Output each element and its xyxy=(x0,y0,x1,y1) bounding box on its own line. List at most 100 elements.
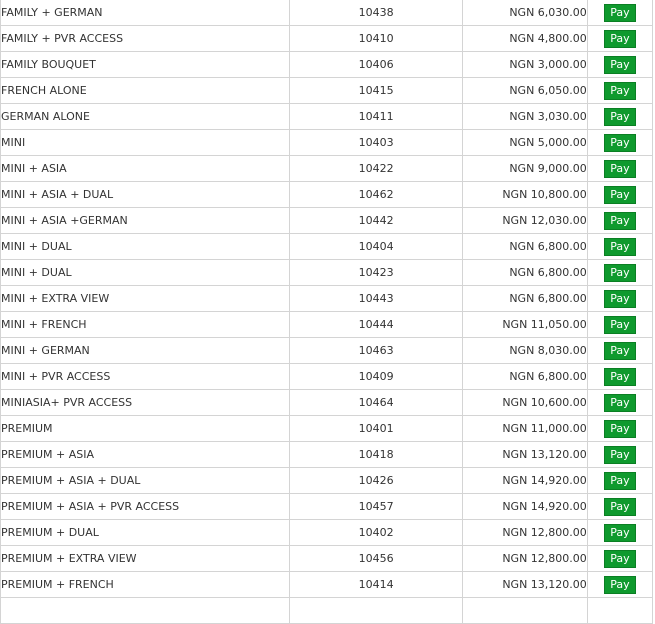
pay-cell: Pay xyxy=(586,337,654,364)
package-price: NGN 10,600.00 xyxy=(462,389,588,416)
table-row: FAMILY BOUQUET 10406 NGN 3,000.00 Pay xyxy=(0,51,654,78)
package-name: PREMIUM + ASIA + DUAL xyxy=(0,467,290,494)
package-name: PREMIUM + DUAL xyxy=(0,519,290,546)
package-name: MINI + ASIA +GERMAN xyxy=(0,207,290,234)
table-row xyxy=(0,597,654,624)
pay-button[interactable]: Pay xyxy=(604,81,636,100)
package-code: 10423 xyxy=(288,259,464,286)
pay-button[interactable]: Pay xyxy=(604,289,636,308)
pay-button[interactable]: Pay xyxy=(604,419,636,438)
package-price: NGN 12,800.00 xyxy=(462,545,588,572)
package-price: NGN 6,050.00 xyxy=(462,77,588,104)
package-name: MINI + FRENCH xyxy=(0,311,290,338)
package-price: NGN 8,030.00 xyxy=(462,337,588,364)
pay-button[interactable]: Pay xyxy=(604,133,636,152)
package-price: NGN 14,920.00 xyxy=(462,467,588,494)
pay-button[interactable]: Pay xyxy=(604,3,636,22)
package-code: 10442 xyxy=(288,207,464,234)
pay-cell: Pay xyxy=(586,363,654,390)
pay-button[interactable]: Pay xyxy=(604,393,636,412)
package-price: NGN 3,030.00 xyxy=(462,103,588,130)
package-name: FAMILY BOUQUET xyxy=(0,51,290,78)
pay-button[interactable]: Pay xyxy=(604,159,636,178)
package-name: MINI + ASIA + DUAL xyxy=(0,181,290,208)
package-code: 10443 xyxy=(288,285,464,312)
pay-button[interactable]: Pay xyxy=(604,445,636,464)
package-name: FAMILY + GERMAN xyxy=(0,0,290,26)
package-code: 10406 xyxy=(288,51,464,78)
pay-cell: Pay xyxy=(586,285,654,312)
pay-cell: Pay xyxy=(586,129,654,156)
package-price: NGN 6,800.00 xyxy=(462,363,588,390)
pay-button[interactable]: Pay xyxy=(604,29,636,48)
pay-button[interactable]: Pay xyxy=(604,315,636,334)
pay-cell: Pay xyxy=(586,545,654,572)
package-code: 10403 xyxy=(288,129,464,156)
package-price: NGN 9,000.00 xyxy=(462,155,588,182)
table-row: PREMIUM + ASIA + PVR ACCESS 10457 NGN 14,9… xyxy=(0,493,654,520)
table-row: PREMIUM 10401 NGN 11,000.00 Pay xyxy=(0,415,654,442)
pay-cell: Pay xyxy=(586,415,654,442)
pay-button[interactable]: Pay xyxy=(604,211,636,230)
package-code: 10457 xyxy=(288,493,464,520)
table-row: PREMIUM + EXTRA VIEW 10456 NGN 12,800.00 Pa… xyxy=(0,545,654,572)
pay-button[interactable]: Pay xyxy=(604,471,636,490)
package-price: NGN 6,800.00 xyxy=(462,233,588,260)
package-code: 10410 xyxy=(288,25,464,52)
package-code: 10462 xyxy=(288,181,464,208)
package-code: 10463 xyxy=(288,337,464,364)
package-price: NGN 11,000.00 xyxy=(462,415,588,442)
package-price: NGN 4,800.00 xyxy=(462,25,588,52)
package-price: NGN 6,800.00 xyxy=(462,285,588,312)
package-price: NGN 14,920.00 xyxy=(462,493,588,520)
package-code: 10426 xyxy=(288,467,464,494)
pay-button[interactable]: Pay xyxy=(604,237,636,256)
package-code: 10415 xyxy=(288,77,464,104)
pay-button[interactable]: Pay xyxy=(604,341,636,360)
pay-cell xyxy=(586,597,654,624)
package-name: MINIASIA+ PVR ACCESS xyxy=(0,389,290,416)
package-name: PREMIUM + FRENCH xyxy=(0,571,290,598)
package-price: NGN 5,000.00 xyxy=(462,129,588,156)
package-name: GERMAN ALONE xyxy=(0,103,290,130)
package-name: MINI + PVR ACCESS xyxy=(0,363,290,390)
pay-button[interactable]: Pay xyxy=(604,263,636,282)
pay-button[interactable]: Pay xyxy=(604,55,636,74)
table-row: GERMAN ALONE 10411 NGN 3,030.00 Pay xyxy=(0,103,654,130)
table-row: FAMILY + GERMAN 10438 NGN 6,030.00 Pay xyxy=(0,0,654,26)
pay-button[interactable]: Pay xyxy=(604,549,636,568)
pay-button[interactable]: Pay xyxy=(604,107,636,126)
pay-button[interactable]: Pay xyxy=(604,523,636,542)
pay-cell: Pay xyxy=(586,25,654,52)
package-name: FRENCH ALONE xyxy=(0,77,290,104)
pay-button[interactable]: Pay xyxy=(604,367,636,386)
pay-cell: Pay xyxy=(586,259,654,286)
pay-cell: Pay xyxy=(586,51,654,78)
table-row: PREMIUM + ASIA 10418 NGN 13,120.00 Pay xyxy=(0,441,654,468)
pay-cell: Pay xyxy=(586,77,654,104)
pay-button[interactable]: Pay xyxy=(604,185,636,204)
package-name: MINI + DUAL xyxy=(0,259,290,286)
pay-cell: Pay xyxy=(586,181,654,208)
pay-cell: Pay xyxy=(586,233,654,260)
table-row: PREMIUM + FRENCH 10414 NGN 13,120.00 Pay xyxy=(0,571,654,598)
table-row: MINI + DUAL 10423 NGN 6,800.00 Pay xyxy=(0,259,654,286)
table-row: MINI + GERMAN 10463 NGN 8,030.00 Pay xyxy=(0,337,654,364)
pay-cell: Pay xyxy=(586,0,654,26)
table-row: MINI + ASIA + DUAL 10462 NGN 10,800.00 Pay xyxy=(0,181,654,208)
table-row: FAMILY + PVR ACCESS 10410 NGN 4,800.00 Pay xyxy=(0,25,654,52)
pay-cell: Pay xyxy=(586,467,654,494)
package-code: 10414 xyxy=(288,571,464,598)
package-name: PREMIUM + EXTRA VIEW xyxy=(0,545,290,572)
pay-cell: Pay xyxy=(586,441,654,468)
pay-button[interactable]: Pay xyxy=(604,575,636,594)
package-name: PREMIUM + ASIA xyxy=(0,441,290,468)
package-code: 10464 xyxy=(288,389,464,416)
package-name: MINI + DUAL xyxy=(0,233,290,260)
pay-cell: Pay xyxy=(586,493,654,520)
pay-button[interactable]: Pay xyxy=(604,497,636,516)
package-price: NGN 3,000.00 xyxy=(462,51,588,78)
package-name: MINI + ASIA xyxy=(0,155,290,182)
package-price: NGN 6,800.00 xyxy=(462,259,588,286)
package-price xyxy=(462,597,588,624)
